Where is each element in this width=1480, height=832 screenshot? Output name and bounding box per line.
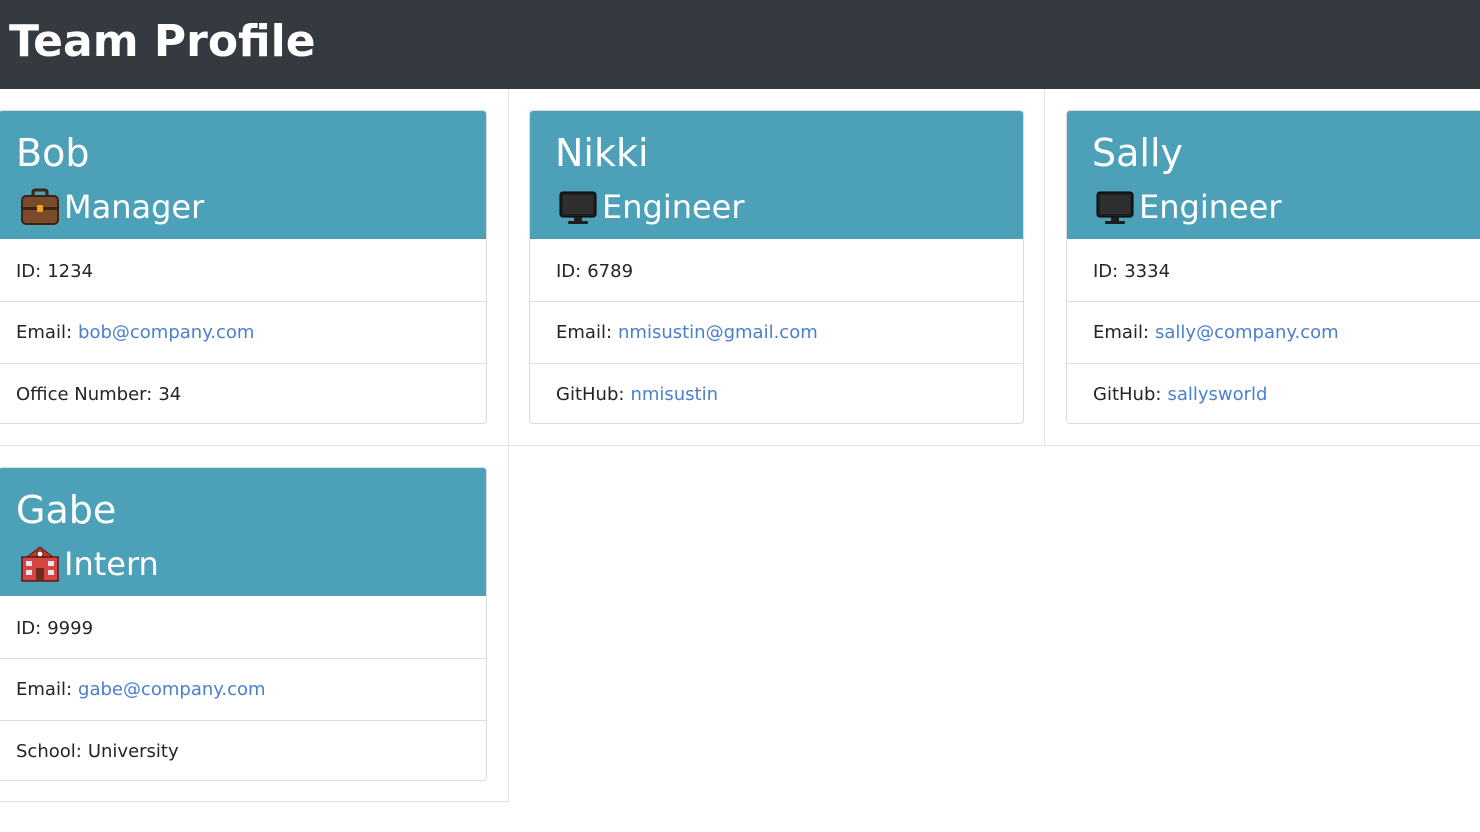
id-label: ID:	[16, 617, 42, 639]
email-label: Email:	[1093, 322, 1150, 343]
school-label: School:	[16, 741, 82, 762]
office-number-row: Office Number: 34	[0, 363, 486, 423]
id-value: 9999	[47, 617, 94, 639]
office-number-value: 34	[158, 384, 182, 405]
email-link[interactable]: bob@company.com	[78, 322, 254, 343]
card-header: Bob Manager	[0, 111, 486, 239]
github-label: GitHub:	[1093, 384, 1162, 405]
employee-role: Manager	[20, 185, 204, 229]
employee-card-intern: Gabe Intern ID: 9999 Email: gabe@company…	[0, 467, 487, 781]
role-label: Engineer	[1139, 188, 1282, 226]
computer-icon	[1096, 191, 1134, 224]
email-label: Email:	[16, 322, 73, 343]
role-label: Manager	[64, 188, 205, 226]
id-row: ID: 3334	[1067, 240, 1480, 302]
card-header: Nikki Engineer	[530, 111, 1023, 239]
school-value: University	[87, 741, 179, 762]
role-label: Intern	[64, 545, 159, 583]
navbar: Team Profile	[0, 0, 1480, 89]
employee-card-manager: Bob Manager ID: 1234 Email: bob@company.…	[0, 110, 487, 424]
id-label: ID:	[1093, 260, 1119, 282]
employee-role: Engineer	[1095, 185, 1282, 229]
github-link[interactable]: sallysworld	[1167, 384, 1267, 405]
email-row: Email: nmisustin@gmail.com	[530, 301, 1023, 363]
id-label: ID:	[556, 260, 582, 282]
id-value: 3334	[1124, 260, 1171, 282]
github-row: GitHub: sallysworld	[1067, 363, 1480, 423]
id-row: ID: 9999	[0, 597, 486, 659]
github-row: GitHub: nmisustin	[530, 363, 1023, 423]
card-header: Gabe Intern	[0, 468, 486, 596]
employee-role: Engineer	[558, 185, 745, 229]
id-row: ID: 1234	[0, 240, 486, 302]
employee-name: Gabe	[16, 488, 117, 532]
card-header: Sally Engineer	[1067, 111, 1480, 239]
briefcase-icon	[21, 188, 59, 225]
id-value: 1234	[47, 260, 94, 282]
page: Team Profile Bob Manager ID: 1234 Email:	[0, 0, 1480, 832]
github-label: GitHub:	[556, 384, 625, 405]
school-row: School: University	[0, 720, 486, 780]
role-label: Engineer	[602, 188, 745, 226]
email-label: Email:	[16, 679, 73, 700]
employee-card-engineer: Nikki Engineer ID: 6789 Email: nmisustin…	[529, 110, 1024, 424]
email-link[interactable]: sally@company.com	[1155, 322, 1339, 343]
email-row: Email: bob@company.com	[0, 301, 486, 363]
employee-card-engineer: Sally Engineer ID: 3334 Email: sally@com…	[1066, 110, 1480, 424]
email-link[interactable]: gabe@company.com	[78, 679, 266, 700]
employee-name: Sally	[1092, 131, 1184, 175]
employee-role: Intern	[20, 542, 159, 586]
id-label: ID:	[16, 260, 42, 282]
id-row: ID: 6789	[530, 240, 1023, 302]
email-row: Email: gabe@company.com	[0, 658, 486, 720]
id-value: 6789	[587, 260, 634, 282]
email-link[interactable]: nmisustin@gmail.com	[618, 322, 818, 343]
employee-name: Nikki	[555, 131, 649, 175]
computer-icon	[559, 191, 597, 224]
email-row: Email: sally@company.com	[1067, 301, 1480, 363]
office-number-label: Office Number:	[16, 384, 153, 405]
page-title: Team Profile	[9, 16, 316, 67]
employee-name: Bob	[16, 131, 90, 175]
email-label: Email:	[556, 322, 613, 343]
school-icon	[21, 546, 59, 582]
github-link[interactable]: nmisustin	[630, 384, 718, 405]
